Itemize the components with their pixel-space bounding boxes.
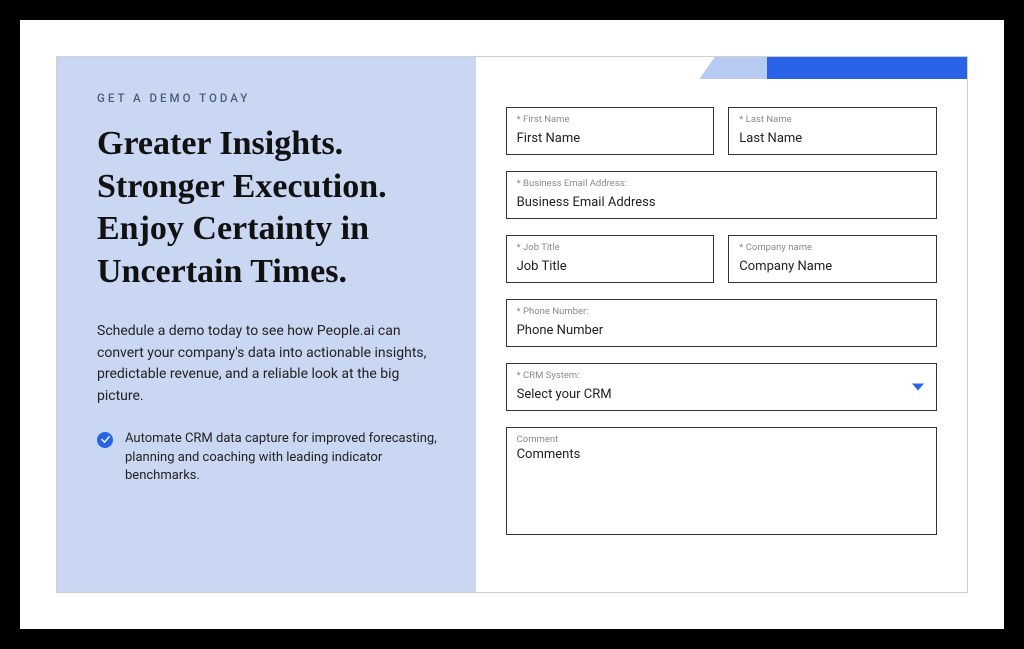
page-frame: GET A DEMO TODAY Greater Insights. Stron… [0,0,1024,649]
first-name-field-wrap: * First Name [506,107,715,155]
phone-field-wrap: * Phone Number: [506,299,937,347]
last-name-input[interactable] [739,131,926,146]
form-row-email: * Business Email Address: [506,171,937,219]
demo-card: GET A DEMO TODAY Greater Insights. Stron… [56,56,968,593]
form-row-job-company: * Job Title * Company name [506,235,937,283]
first-name-input[interactable] [517,131,704,146]
job-title-input[interactable] [517,259,704,274]
demo-form: * First Name * Last Name * Business Emai… [506,107,937,535]
company-input[interactable] [739,259,926,274]
crm-select[interactable] [517,387,926,402]
ribbon-accent [767,57,967,79]
form-row-crm: * CRM System: [506,363,937,411]
crm-select-wrap[interactable]: * CRM System: [506,363,937,411]
left-panel: GET A DEMO TODAY Greater Insights. Stron… [57,57,476,592]
email-label: * Business Email Address: [517,178,926,189]
comment-field-wrap: Comment [506,427,937,535]
company-label: * Company name [739,242,926,253]
form-row-name: * First Name * Last Name [506,107,937,155]
right-panel: * First Name * Last Name * Business Emai… [476,57,967,592]
first-name-label: * First Name [517,114,704,125]
phone-label: * Phone Number: [517,306,926,317]
form-row-phone: * Phone Number: [506,299,937,347]
comment-textarea[interactable] [517,447,926,517]
last-name-label: * Last Name [739,114,926,125]
company-field-wrap: * Company name [728,235,937,283]
job-title-field-wrap: * Job Title [506,235,715,283]
crm-label: * CRM System: [517,370,926,381]
bullet-text: Automate CRM data capture for improved f… [125,430,446,487]
bullet-item: Automate CRM data capture for improved f… [97,430,446,487]
comment-label: Comment [517,434,926,445]
eyebrow-text: GET A DEMO TODAY [97,91,446,105]
chevron-down-icon [912,384,924,391]
check-icon [97,432,113,448]
headline: Greater Insights. Stronger Execution. En… [97,123,446,293]
last-name-field-wrap: * Last Name [728,107,937,155]
subcopy: Schedule a demo today to see how People.… [97,321,446,408]
phone-input[interactable] [517,323,926,338]
job-title-label: * Job Title [517,242,704,253]
form-row-comment: Comment [506,427,937,535]
email-input[interactable] [517,195,926,210]
email-field-wrap: * Business Email Address: [506,171,937,219]
